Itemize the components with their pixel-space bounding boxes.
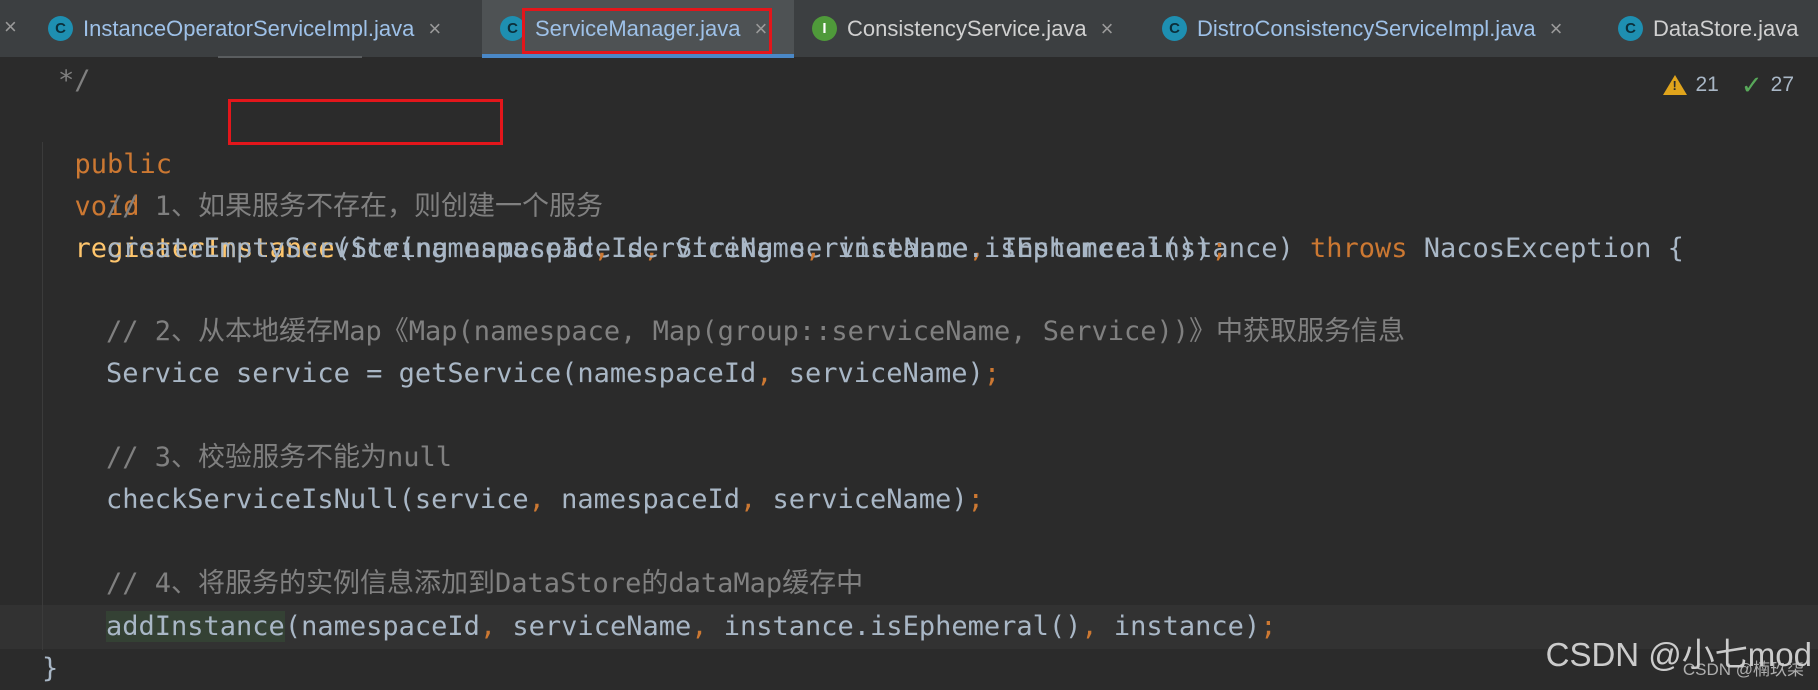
code-text: instance.isEphemeral()): [821, 233, 1212, 264]
tab-label: DataStore.java: [1653, 15, 1799, 41]
code-line-add-instance: addInstance(namespaceId, serviceName, in…: [106, 606, 1276, 648]
comma: ,: [739, 484, 757, 515]
tab-label: DistroConsistencyServiceImpl.java: [1197, 15, 1536, 41]
tab-highlight-box: [522, 8, 772, 54]
semicolon: ;: [983, 358, 1001, 389]
close-icon[interactable]: ×: [1101, 16, 1114, 42]
code-text: instance): [1097, 611, 1261, 642]
code-text: createEmptyService(namespaceId: [106, 233, 594, 264]
code-text: serviceName: [609, 233, 806, 264]
close-icon[interactable]: ×: [1550, 16, 1563, 42]
code-comment-4: // 4、将服务的实例信息添加到DataStore的dataMap缓存中: [106, 568, 864, 599]
comma: ,: [691, 611, 708, 642]
check-count: 27: [1770, 73, 1794, 96]
tab-data-store[interactable]: C DataStore.java: [1618, 0, 1799, 57]
method-highlight-box: [228, 99, 503, 145]
close-icon[interactable]: ×: [4, 14, 17, 40]
interface-icon: I: [812, 16, 837, 41]
keyword-throws: throws: [1309, 233, 1408, 264]
code-comment-1: // 1、如果服务不存在，则创建一个服务: [106, 191, 604, 222]
code-text: serviceName): [772, 358, 984, 389]
tab-distro-consistency-service-impl[interactable]: C DistroConsistencyServiceImpl.java ×: [1162, 0, 1563, 57]
comma: ,: [756, 358, 773, 389]
code-line-comment-end: */: [58, 65, 91, 96]
tab-consistency-service[interactable]: I ConsistencyService.java ×: [812, 0, 1114, 57]
keyword-public: public: [74, 149, 173, 180]
class-icon: C: [48, 16, 73, 41]
comma: ,: [805, 233, 822, 264]
code-text: (namespaceId: [284, 611, 480, 642]
editor-tab-bar: × C InstanceOperatorServiceImpl.java × C…: [0, 0, 1818, 58]
class-icon: C: [1162, 16, 1187, 41]
comma: ,: [593, 233, 610, 264]
semicolon: ;: [1211, 233, 1228, 264]
code-line-check-service: checkServiceIsNull(service, namespaceId,…: [106, 479, 984, 521]
inspection-widget[interactable]: ! 21 ✓ 27: [1663, 70, 1794, 100]
code-text: serviceName): [756, 484, 968, 515]
code-line-create-empty-service: createEmptyService(namespaceId, serviceN…: [106, 228, 1228, 270]
code-text: instance.isEphemeral(): [707, 611, 1082, 642]
class-icon: C: [1618, 16, 1643, 41]
comma: ,: [1081, 611, 1098, 642]
close-icon[interactable]: ×: [428, 16, 441, 42]
code-comment-2: // 2、从本地缓存Map《Map(namespace, Map(group::…: [106, 316, 1406, 347]
warning-icon: !: [1663, 75, 1688, 95]
tab-label: ConsistencyService.java: [847, 15, 1087, 41]
code-line-close-brace: }: [42, 653, 59, 684]
warning-count: 21: [1695, 73, 1719, 96]
comma: ,: [479, 611, 497, 642]
watermark-small: CSDN @楠玖柒: [1682, 660, 1804, 679]
code-text: checkServiceIsNull(service: [106, 484, 529, 515]
tab-scroll-indicator: [218, 56, 362, 58]
code-text: namespaceId: [544, 484, 740, 515]
code-text: addInstance: [106, 611, 285, 642]
semicolon: ;: [1260, 611, 1277, 642]
check-icon: ✓: [1740, 69, 1763, 100]
semicolon: ;: [967, 484, 984, 515]
exception-type: NacosException {: [1407, 233, 1684, 264]
tab-label: InstanceOperatorServiceImpl.java: [83, 15, 415, 41]
code-text: serviceName: [496, 611, 692, 642]
code-comment-3: // 3、校验服务不能为null: [106, 442, 453, 473]
code-line-get-service: Service service = getService(namespaceId…: [106, 353, 1000, 395]
comma: ,: [528, 484, 545, 515]
code-text: Service service = getService(namespaceId: [106, 358, 757, 389]
tab-instance-operator-service-impl[interactable]: C InstanceOperatorServiceImpl.java ×: [48, 0, 441, 57]
